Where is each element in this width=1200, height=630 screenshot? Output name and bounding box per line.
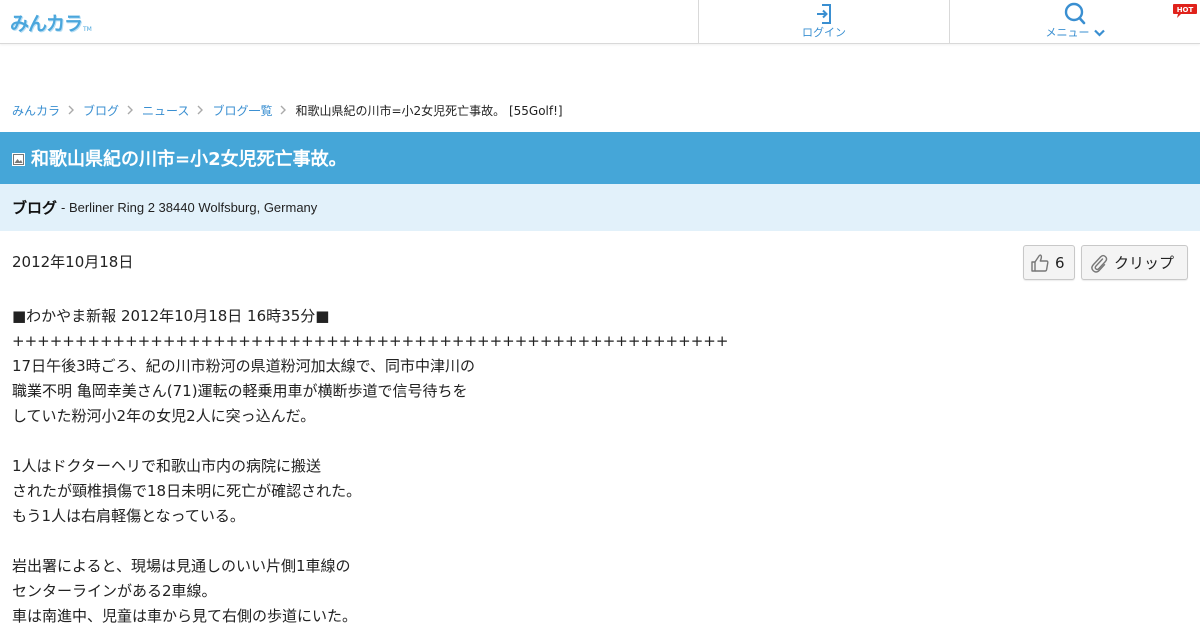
breadcrumb: みんカラ ブログ ニュース ブログ一覧 和歌山県紀の川市=小2女児死亡事故。 […	[12, 101, 563, 119]
chevron-right-icon	[127, 105, 134, 115]
post-body-line: していた粉河小2年の女児2人に突っ込んだ。	[12, 407, 316, 425]
image-icon	[12, 152, 25, 166]
menu-label-wrap: メニュー	[1046, 26, 1105, 40]
chevron-right-icon	[197, 105, 204, 115]
post-body: ■わかやま新報 2012年10月18日 16時35分■ +++++++++++++…	[12, 304, 812, 629]
search-icon	[1063, 2, 1087, 26]
post-date: 2012年10月18日	[12, 253, 134, 271]
post-meta-bar: ブログ - Berliner Ring 2 38440 Wolfsburg, G…	[0, 184, 1200, 231]
logo-trademark: TM	[83, 26, 92, 33]
login-button[interactable]: ログイン	[699, 0, 949, 44]
post-body-line: ++++++++++++++++++++++++++++++++++++++++…	[12, 332, 729, 350]
post-title: 和歌山県紀の川市=小2女児死亡事故。	[31, 149, 347, 170]
post-body-line: もう1人は右肩軽傷となっている。	[12, 507, 245, 525]
menu-label: メニュー	[1045, 26, 1090, 39]
post-body-line: 職業不明 亀岡幸美さん(71)運転の軽乗用車が横断歩道で信号待ちを	[12, 382, 468, 400]
breadcrumb-item-blog-list[interactable]: ブログ一覧	[212, 102, 272, 119]
breadcrumb-item-minkara[interactable]: みんカラ	[12, 102, 60, 119]
site-header: みんカラ TM ログイン メニュー HOT	[0, 0, 1200, 44]
like-button[interactable]: 6	[1023, 245, 1075, 280]
like-count: 6	[1055, 253, 1065, 272]
post-body-line: 1人はドクターヘリで和歌山市内の病院に搬送	[12, 457, 321, 475]
login-label: ログイン	[802, 26, 846, 39]
post-body-line	[12, 429, 812, 454]
logo-text: みんカラ	[10, 13, 83, 35]
site-logo[interactable]: みんカラ TM	[10, 9, 92, 35]
hot-badge: HOT	[1173, 4, 1197, 18]
breadcrumb-item-blog[interactable]: ブログ	[83, 102, 119, 119]
hot-badge-text: HOT	[1177, 6, 1194, 14]
clip-button[interactable]: クリップ	[1081, 245, 1188, 280]
post-body-line: センターラインがある2車線。	[12, 582, 217, 600]
post-body-line: 17日午後3時ごろ、紀の川市粉河の県道粉河加太線で、同市中津川の	[12, 357, 476, 375]
post-title-bar: 和歌山県紀の川市=小2女児死亡事故。	[0, 132, 1200, 184]
post-body-line: されたが頸椎損傷で18日未明に死亡が確認された。	[12, 482, 362, 500]
post-location: - Berliner Ring 2 38440 Wolfsburg, Germa…	[61, 200, 318, 215]
post-body-line: 車は南進中、児童は車から見て右側の歩道にいた。	[12, 607, 358, 625]
post-body-line: 岩出署によると、現場は見通しのいい片側1車線の	[12, 557, 351, 575]
menu-button[interactable]: メニュー HOT	[950, 0, 1200, 44]
chevron-right-icon	[68, 105, 75, 115]
chevron-down-icon	[1093, 29, 1105, 37]
thumbs-up-icon	[1031, 253, 1049, 272]
clip-label: クリップ	[1114, 254, 1175, 272]
breadcrumb-item-news[interactable]: ニュース	[142, 102, 189, 119]
post-category[interactable]: ブログ	[12, 197, 57, 218]
post-body-line: ■わかやま新報 2012年10月18日 16時35分■	[12, 307, 330, 325]
paperclip-icon	[1091, 254, 1108, 273]
chevron-right-icon	[280, 105, 287, 115]
post-body-line	[12, 529, 812, 554]
breadcrumb-current: 和歌山県紀の川市=小2女児死亡事故。 [55Golf!]	[295, 103, 563, 118]
login-icon	[814, 2, 834, 26]
